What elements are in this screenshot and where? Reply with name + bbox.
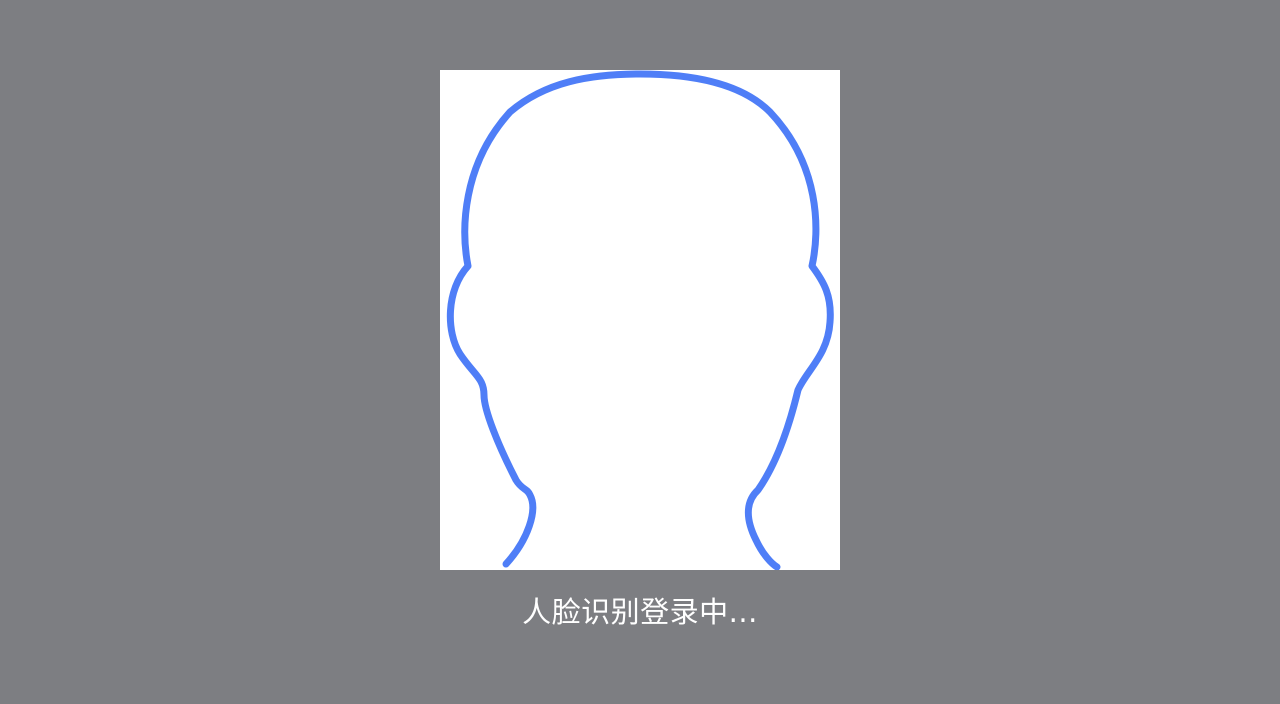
head-silhouette-icon: [446, 70, 834, 570]
face-login-overlay: 人脸识别登录中...: [0, 0, 1280, 704]
face-login-status-text: 人脸识别登录中...: [522, 595, 758, 629]
face-capture-frame: [440, 70, 840, 570]
